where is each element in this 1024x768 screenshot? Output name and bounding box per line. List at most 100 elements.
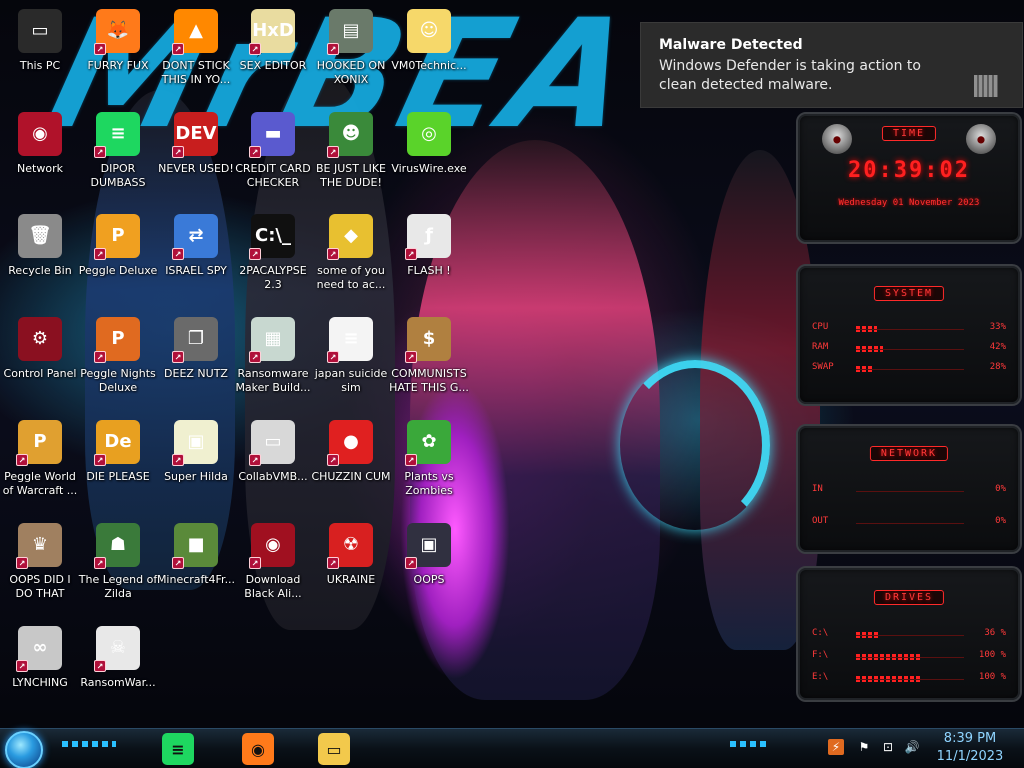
notification-toast[interactable]: Malware Detected Windows Defender is tak…: [640, 22, 1023, 108]
desktop-icon[interactable]: P ↗ Peggle Nights Deluxe: [78, 313, 158, 413]
desktop-icon[interactable]: ◎ VirusWire.exe: [389, 108, 469, 208]
defender-icon: [974, 75, 998, 97]
icon-glyph: ■: [187, 534, 205, 555]
desktop-icon-label: DONT STICK THIS IN YO...: [161, 59, 231, 86]
desktop-icon[interactable]: ❐ ↗ DEEZ NUTZ: [156, 313, 236, 413]
desktop-icon[interactable]: ▬ ↗ CREDIT CARD CHECKER: [233, 108, 313, 208]
desktop-icon-label: ISRAEL SPY: [165, 264, 227, 277]
shortcut-arrow-icon: ↗: [249, 557, 261, 569]
taskbar-firefox-button[interactable]: ◉: [242, 733, 274, 765]
desktop-icon[interactable]: ☻ ↗ BE JUST LIKE THE DUDE!: [311, 108, 391, 208]
desktop-icon-label: The Legend of Zilda: [78, 573, 158, 600]
shortcut-arrow-icon: ↗: [172, 351, 184, 363]
desktop-icon[interactable]: HxD ↗ SEX EDITOR: [233, 5, 313, 105]
system-row: CPU 33%: [812, 322, 1006, 336]
icon-glyph: ▭: [31, 20, 49, 41]
desktop-icon[interactable]: ƒ ↗ FLASH !: [389, 210, 469, 310]
shortcut-arrow-icon: ↗: [405, 557, 417, 569]
desktop-icon[interactable]: ⇄ ↗ ISRAEL SPY: [156, 210, 236, 310]
desktop-icon[interactable]: ◉ ↗ Download Black Ali...: [233, 519, 313, 619]
radiation-icon: ☢ ↗: [327, 523, 373, 569]
desktop-icon-label: CREDIT CARD CHECKER: [235, 162, 311, 189]
taskbar-spotify-button[interactable]: ≡: [162, 733, 194, 765]
taskbar-file-explorer-button[interactable]: ▭: [318, 733, 350, 765]
bar-track: [856, 679, 964, 680]
desktop-icon[interactable]: ⚙ Control Panel: [0, 313, 80, 413]
desktop-icon[interactable]: ≡ ↗ DIPOR DUMBASS: [78, 108, 158, 208]
icon-glyph: 🗑: [28, 225, 52, 246]
shortcut-arrow-icon: ↗: [172, 43, 184, 55]
icon-glyph: C:\_: [255, 225, 291, 246]
desktop-icon-label: UKRAINE: [326, 573, 376, 586]
desktop-icon[interactable]: ◆ ↗ some of you need to ac...: [311, 210, 391, 310]
drives-row-bar: [856, 676, 964, 682]
system-row-label: RAM: [812, 342, 829, 352]
drives-row: C:\ 36 %: [812, 628, 1006, 642]
desktop-icon[interactable]: ☢ ↗ UKRAINE: [311, 519, 391, 619]
desktop-icon[interactable]: P ↗ Peggle World of Warcraft ...: [0, 416, 80, 516]
volume-icon[interactable]: 🔊: [904, 739, 920, 755]
shortcut-arrow-icon: ↗: [172, 454, 184, 466]
desktop-icon[interactable]: P ↗ Peggle Deluxe: [78, 210, 158, 310]
action-center-flag-icon[interactable]: ⚑: [856, 739, 872, 755]
icon-glyph: ❐: [187, 328, 205, 349]
system-row-value: 28%: [989, 362, 1006, 372]
desktop-icon[interactable]: ✿ ↗ Plants vs Zombies: [389, 416, 469, 516]
desktop-icon[interactable]: ∞ ↗ LYNCHING: [0, 622, 80, 722]
desktop-icon[interactable]: ■ ↗ Minecraft4Fr...: [156, 519, 236, 619]
icon-glyph: ◉: [265, 534, 281, 555]
hxd-icon: HxD ↗: [249, 9, 295, 55]
desktop-icon[interactable]: ▭ ↗ CollabVMB...: [233, 416, 313, 516]
time-widget: ● ● TIME 20:39:02 Wednesday 01 November …: [796, 112, 1022, 244]
computer-icon: ▭: [18, 9, 62, 53]
desktop-icon[interactable]: ▦ ↗ Ransomware Maker Build...: [233, 313, 313, 413]
adobe-director-icon: De ↗: [94, 420, 140, 466]
desktop-icon[interactable]: ▣ ↗ Super Hilda: [156, 416, 236, 516]
desktop-icon[interactable]: 🦊 ↗ FURRY FUX: [78, 5, 158, 105]
desktop-icon[interactable]: ▭ This PC: [0, 5, 80, 105]
desktop-icon[interactable]: 🗑 Recycle Bin: [0, 210, 80, 310]
icon-glyph: P: [111, 328, 125, 349]
desktop-icon[interactable]: ☠ ↗ RansomWar...: [78, 622, 158, 722]
firefox-icon: 🦊 ↗: [94, 9, 140, 55]
skull-icon: ☠ ↗: [94, 626, 140, 672]
desktop-icon[interactable]: C:\_ ↗ 2PACALYPSE 2.3: [233, 210, 313, 310]
desktop-icon[interactable]: ☺ VM0Technic...: [389, 5, 469, 105]
drives-widget-title: DRIVES: [873, 590, 945, 605]
tray-app-icon[interactable]: ⚡: [828, 739, 844, 755]
desktop-icon[interactable]: $ ↗ COMMUNISTS HATE THIS G...: [389, 313, 469, 413]
system-row-bar: [856, 326, 964, 332]
shortcut-arrow-icon: ↗: [94, 351, 106, 363]
xonix-icon: ▤ ↗: [327, 9, 373, 55]
document-icon: ≡ ↗: [327, 317, 373, 363]
desktop-icon-label: Plants vs Zombies: [404, 470, 454, 497]
desktop-icon[interactable]: ▲ ↗ DONT STICK THIS IN YO...: [156, 5, 236, 105]
desktop-icon[interactable]: ≡ ↗ japan suicide sim: [311, 313, 391, 413]
desktop-icon[interactable]: DEV ↗ NEVER USED!: [156, 108, 236, 208]
icon-glyph: ●: [343, 431, 359, 452]
start-button[interactable]: [5, 731, 43, 768]
taskbar-clock[interactable]: 8:39 PM 11/1/2023: [930, 730, 1010, 766]
system-row-bar: [856, 366, 964, 372]
desktop-icon-label: DEEZ NUTZ: [164, 367, 228, 380]
desktop-icon[interactable]: De ↗ DIE PLEASE: [78, 416, 158, 516]
desktop-icon-label: This PC: [19, 59, 61, 72]
system-row-value: 33%: [989, 322, 1006, 332]
drives-row-label: C:\: [812, 628, 829, 638]
network-row-bar: [856, 488, 964, 494]
desktop-icon[interactable]: ▤ ↗ HOOKED ON XONIX: [311, 5, 391, 105]
desktop-icon[interactable]: ☗ ↗ The Legend of Zilda: [78, 519, 158, 619]
desktop-icon[interactable]: ● ↗ CHUZZIN CUM: [311, 416, 391, 516]
icon-glyph: ⇄: [188, 225, 204, 246]
flash-document-icon: ƒ ↗: [405, 214, 451, 260]
bar-track: [856, 523, 964, 524]
dude-icon: ☻ ↗: [327, 112, 373, 158]
app-window-icon: ▦ ↗: [249, 317, 295, 363]
network-tray-icon[interactable]: ⊡: [880, 739, 896, 755]
desktop-icon[interactable]: ▣ ↗ OOPS: [389, 519, 469, 619]
icon-glyph: ⚙: [31, 328, 49, 349]
shortcut-arrow-icon: ↗: [249, 43, 261, 55]
desktop-icon[interactable]: ♛ ↗ OOPS DID I DO THAT: [0, 519, 80, 619]
credit-card-icon: ▬ ↗: [249, 112, 295, 158]
desktop-icon[interactable]: ◉ Network: [0, 108, 80, 208]
